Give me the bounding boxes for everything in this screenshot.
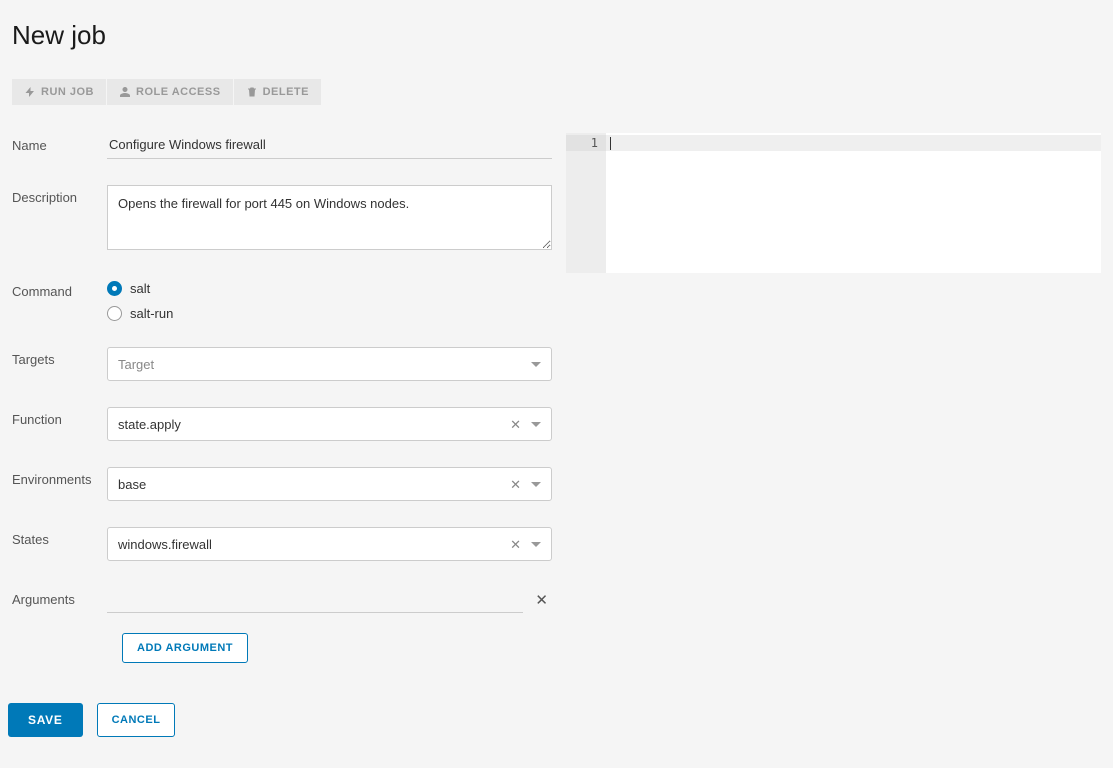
function-select[interactable]: state.apply ✕ — [107, 407, 552, 441]
lightning-icon — [24, 86, 36, 98]
toolbar: RUN JOB ROLE ACCESS DELETE — [12, 79, 1101, 105]
name-input[interactable] — [107, 133, 552, 159]
radio-icon — [107, 281, 122, 296]
role-access-label: ROLE ACCESS — [136, 86, 221, 98]
clear-icon[interactable]: ✕ — [510, 538, 521, 551]
targets-select[interactable]: Target — [107, 347, 552, 381]
page-title: New job — [12, 20, 1101, 51]
chevron-down-icon — [531, 422, 541, 427]
cancel-button[interactable]: CANCEL — [97, 703, 176, 737]
argument-input[interactable] — [107, 587, 523, 613]
users-icon — [119, 86, 131, 98]
description-textarea[interactable]: Opens the firewall for port 445 on Windo… — [107, 185, 552, 250]
targets-label: Targets — [12, 347, 107, 367]
line-number: 1 — [566, 135, 606, 151]
cursor-icon — [610, 137, 611, 150]
save-button[interactable]: SAVE — [8, 703, 83, 737]
states-label: States — [12, 527, 107, 547]
clear-icon[interactable]: ✕ — [510, 418, 521, 431]
chevron-down-icon — [531, 482, 541, 487]
delete-button[interactable]: DELETE — [234, 79, 321, 105]
radio-salt-run[interactable]: salt-run — [107, 306, 552, 321]
radio-salt[interactable]: salt — [107, 281, 552, 296]
arguments-label: Arguments — [12, 587, 107, 607]
environments-label: Environments — [12, 467, 107, 487]
run-job-button[interactable]: RUN JOB — [12, 79, 106, 105]
delete-label: DELETE — [263, 86, 309, 98]
radio-salt-label: salt — [130, 281, 150, 296]
code-editor[interactable]: 1 — [566, 133, 1101, 273]
description-label: Description — [12, 185, 107, 205]
chevron-down-icon — [531, 542, 541, 547]
chevron-down-icon — [531, 362, 541, 367]
states-select[interactable]: windows.firewall ✕ — [107, 527, 552, 561]
command-label: Command — [12, 279, 107, 299]
add-argument-button[interactable]: ADD ARGUMENT — [122, 633, 248, 663]
radio-salt-run-label: salt-run — [130, 306, 173, 321]
trash-icon — [246, 86, 258, 98]
name-label: Name — [12, 133, 107, 153]
command-radio-group: salt salt-run — [107, 279, 552, 321]
editor-gutter: 1 — [566, 133, 606, 273]
clear-icon[interactable]: ✕ — [510, 478, 521, 491]
run-job-label: RUN JOB — [41, 86, 94, 98]
environments-value: base — [118, 477, 146, 492]
function-label: Function — [12, 407, 107, 427]
role-access-button[interactable]: ROLE ACCESS — [107, 79, 233, 105]
radio-icon — [107, 306, 122, 321]
environments-select[interactable]: base ✕ — [107, 467, 552, 501]
targets-placeholder: Target — [118, 357, 154, 372]
remove-argument-icon[interactable]: ✕ — [531, 591, 552, 609]
editor-content[interactable] — [606, 133, 1101, 273]
function-value: state.apply — [118, 417, 181, 432]
states-value: windows.firewall — [118, 537, 212, 552]
